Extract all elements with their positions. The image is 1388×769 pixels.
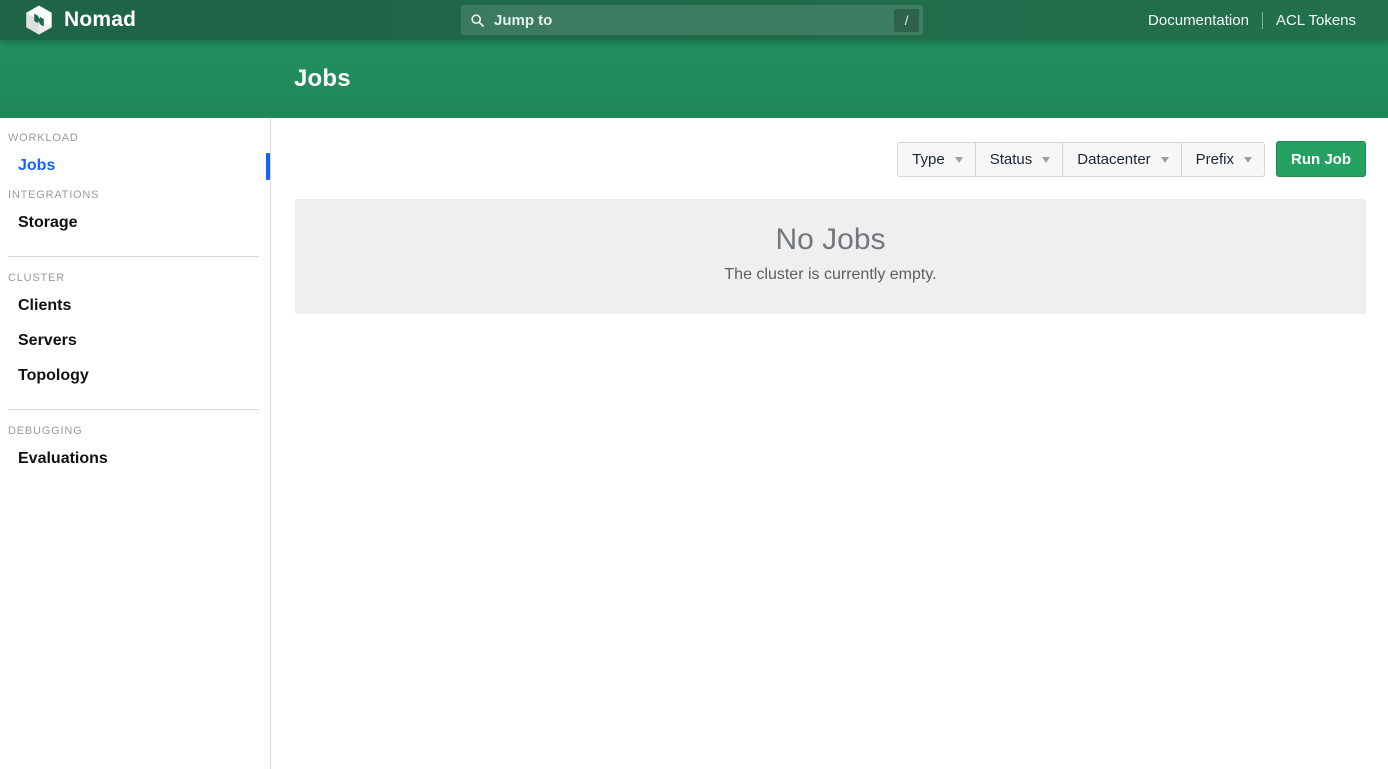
chevron-down-icon bbox=[1161, 157, 1169, 163]
search-input[interactable] bbox=[492, 11, 887, 30]
status-filter-dropdown[interactable]: Status bbox=[975, 142, 1064, 177]
page-header: Jobs bbox=[0, 40, 1388, 118]
sidebar-section-debugging: DEBUGGING bbox=[8, 425, 262, 437]
topnav-links: Documentation ACL Tokens bbox=[1148, 0, 1356, 40]
prefix-filter-label: Prefix bbox=[1196, 151, 1234, 168]
empty-state-title: No Jobs bbox=[295, 223, 1366, 257]
search-shortcut-badge: / bbox=[894, 9, 919, 32]
jump-to-search: / bbox=[461, 5, 923, 35]
empty-state: No Jobs The cluster is currently empty. bbox=[295, 199, 1366, 314]
page-title: Jobs bbox=[294, 65, 351, 93]
nomad-home-link[interactable]: Nomad bbox=[0, 4, 136, 36]
chevron-down-icon bbox=[1042, 157, 1050, 163]
jobs-toolbar: Type Status Datacenter Prefix Run Job bbox=[271, 118, 1388, 177]
sidebar-section-cluster: CLUSTER bbox=[8, 272, 262, 284]
chevron-down-icon bbox=[955, 157, 963, 163]
main-content: Type Status Datacenter Prefix Run Job bbox=[271, 118, 1388, 769]
sidebar-item-servers[interactable]: Servers bbox=[0, 324, 270, 359]
sidebar-item-evaluations[interactable]: Evaluations bbox=[0, 442, 270, 477]
sidebar-section-integrations: INTEGRATIONS bbox=[8, 189, 262, 201]
sidebar-item-jobs[interactable]: Jobs bbox=[0, 149, 270, 184]
empty-state-message: The cluster is currently empty. bbox=[295, 266, 1366, 284]
sidebar-section-workload: WORKLOAD bbox=[8, 132, 262, 144]
status-filter-label: Status bbox=[990, 151, 1033, 168]
top-navbar: Nomad / Documentation ACL Tokens bbox=[0, 0, 1388, 40]
search-icon bbox=[470, 13, 485, 28]
sidebar-item-storage[interactable]: Storage bbox=[0, 206, 270, 241]
prefix-filter-dropdown[interactable]: Prefix bbox=[1181, 142, 1265, 177]
sidebar: WORKLOAD Jobs INTEGRATIONS Storage CLUST… bbox=[0, 118, 271, 769]
nomad-logo-icon bbox=[23, 4, 55, 36]
datacenter-filter-label: Datacenter bbox=[1077, 151, 1150, 168]
chevron-down-icon bbox=[1244, 157, 1252, 163]
filter-group: Type Status Datacenter Prefix bbox=[897, 142, 1265, 177]
topnav-separator bbox=[1262, 12, 1263, 29]
sidebar-item-clients[interactable]: Clients bbox=[0, 289, 270, 324]
run-job-button[interactable]: Run Job bbox=[1276, 141, 1366, 177]
sidebar-divider bbox=[8, 256, 259, 257]
type-filter-label: Type bbox=[912, 151, 945, 168]
type-filter-dropdown[interactable]: Type bbox=[897, 142, 976, 177]
acl-tokens-link[interactable]: ACL Tokens bbox=[1276, 12, 1356, 29]
brand-name: Nomad bbox=[64, 8, 136, 32]
documentation-link[interactable]: Documentation bbox=[1148, 12, 1249, 29]
sidebar-divider bbox=[8, 409, 259, 410]
datacenter-filter-dropdown[interactable]: Datacenter bbox=[1062, 142, 1181, 177]
sidebar-item-topology[interactable]: Topology bbox=[0, 359, 270, 394]
